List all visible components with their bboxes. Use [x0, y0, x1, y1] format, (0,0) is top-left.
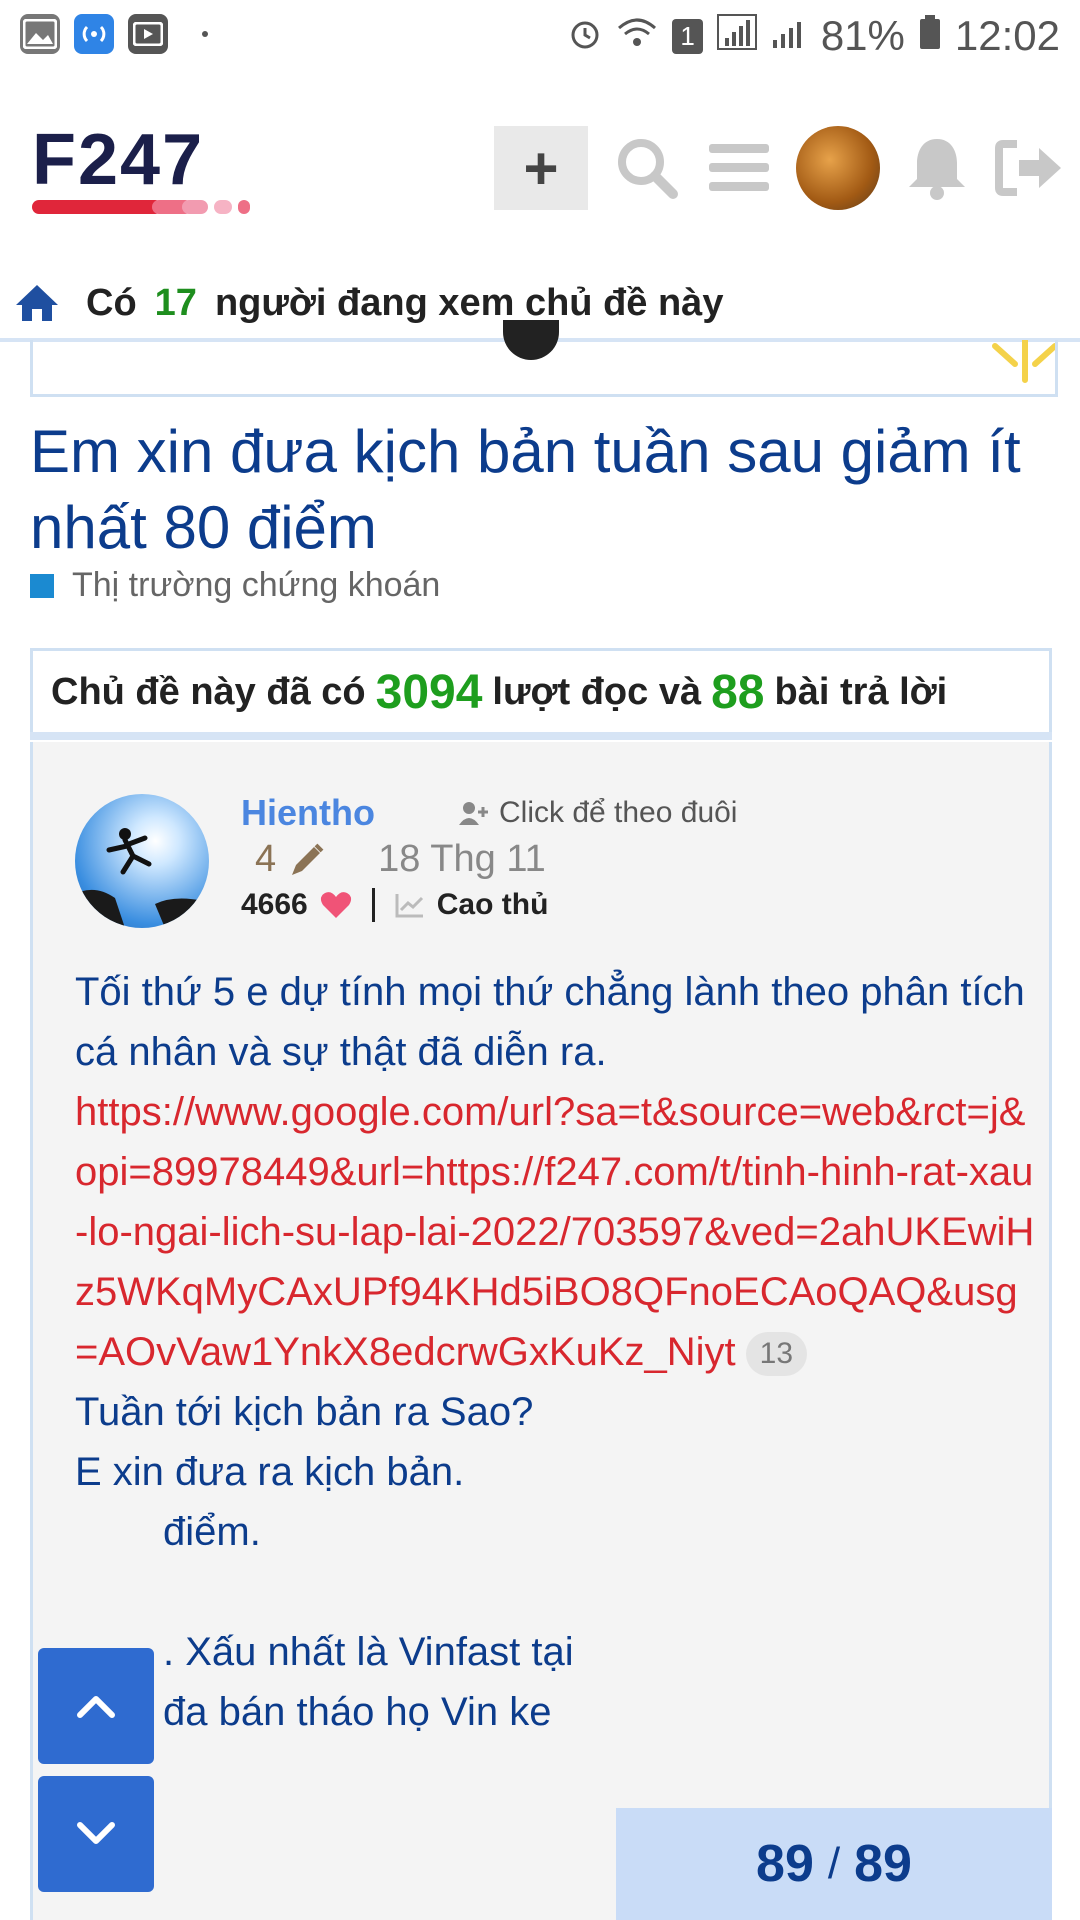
follow-label: Click để theo đuôi — [499, 796, 738, 829]
post-line-blank — [75, 1562, 1035, 1622]
topic-title: Em xin đưa kịch bản tuần sau giảm ít nhấ… — [30, 418, 1021, 561]
hotspot-icon — [74, 14, 114, 54]
viewers-suffix: người đang xem chủ đề này — [214, 281, 724, 324]
post-date[interactable]: 18 Thg 11 — [378, 838, 546, 881]
chevron-down-icon — [77, 1822, 115, 1844]
author-name[interactable]: Hientho — [241, 792, 375, 834]
post-line-5: . Xấu nhất là Vinfast tại — [163, 1630, 574, 1674]
dot-icon — [202, 31, 208, 37]
previous-post-edge — [30, 320, 1058, 397]
views-count: 3094 — [375, 665, 483, 719]
post-line-1: Tối thứ 5 e dự tính mọi thứ chẳng lành t… — [75, 970, 1025, 1074]
chevron-up-icon — [77, 1696, 115, 1718]
logout-icon — [995, 140, 1061, 196]
category-label: Thị trường chứng khoán — [72, 566, 441, 604]
stats-divider — [30, 732, 1052, 740]
home-icon[interactable] — [14, 283, 60, 323]
menu-icon — [709, 144, 769, 191]
post-line-4: điểm. — [163, 1510, 261, 1554]
media-icon — [128, 14, 168, 54]
post-meta: 4 18 Thg 11 — [255, 838, 546, 881]
alarm-icon — [568, 12, 602, 60]
topic-stats: Chủ đề này đã có 3094 lượt đọc và 88 bài… — [30, 648, 1052, 736]
current-post: 89 — [756, 1835, 814, 1893]
scroll-down-button[interactable] — [38, 1776, 154, 1892]
edit-count: 4 — [255, 838, 277, 880]
battery-icon — [919, 12, 941, 60]
menu-button[interactable] — [704, 126, 774, 210]
bell-icon — [909, 139, 965, 200]
logout-button[interactable] — [994, 126, 1064, 210]
post-link[interactable]: https://www.google.com/url?sa=t&source=w… — [75, 1090, 1034, 1374]
rank-label: Cao thủ — [436, 888, 549, 921]
post-card: Hientho Click để theo đuôi 4 18 Thg 11 4… — [30, 742, 1052, 1920]
notifications-button[interactable] — [902, 126, 972, 210]
sim-badge: 1 — [672, 18, 703, 54]
signal-2-icon — [771, 12, 807, 60]
clock: 12:02 — [954, 12, 1060, 59]
post-line-3: E xin đưa ra kịch bản. — [75, 1450, 465, 1494]
post-counter[interactable]: 89 / 89 — [616, 1808, 1052, 1920]
topic-category[interactable]: Thị trường chứng khoán — [30, 566, 440, 605]
status-bar: 1 81% 12:02 — [0, 0, 1080, 76]
stats-mid: lượt đọc và — [492, 670, 702, 713]
heart-icon — [320, 892, 351, 918]
new-topic-button[interactable]: + — [494, 126, 588, 210]
scroll-up-button[interactable] — [38, 1648, 154, 1764]
total-posts: 89 — [854, 1835, 912, 1893]
partial-avatar — [503, 320, 559, 360]
site-header: F247 + — [0, 100, 1080, 240]
follow-button[interactable]: Click để theo đuôi — [459, 796, 737, 830]
plus-icon: + — [523, 134, 559, 202]
author-reputation: 4666 Cao thủ — [241, 888, 548, 922]
add-user-icon — [459, 802, 488, 825]
replies-count: 88 — [711, 665, 765, 719]
counter-separator: / — [827, 1839, 841, 1888]
sparkle-icon — [985, 337, 1058, 390]
post-body: Tối thứ 5 e dự tính mọi thứ chẳng lành t… — [75, 962, 1035, 1742]
viewers-prefix: Có — [86, 281, 137, 324]
search-icon — [618, 139, 678, 199]
link-click-count: 13 — [745, 1332, 808, 1377]
likes-count: 4666 — [241, 888, 308, 921]
stats-prefix: Chủ đề này đã có — [51, 670, 366, 713]
category-color-square — [30, 573, 54, 598]
gallery-icon — [20, 14, 60, 54]
post-line-6: đa bán tháo họ Vin ke — [163, 1690, 552, 1734]
stats-suffix: bài trả lời — [774, 670, 948, 713]
user-avatar[interactable] — [796, 126, 880, 210]
chart-line-icon — [395, 894, 423, 918]
svg-text:F247: F247 — [32, 122, 204, 200]
divider — [371, 888, 375, 922]
signal-icon — [716, 12, 757, 60]
author-avatar[interactable] — [75, 794, 209, 928]
site-logo[interactable]: F247 — [32, 120, 332, 222]
viewers-count: 17 — [154, 281, 197, 324]
post-line-2: Tuần tới kịch bản ra Sao? — [75, 1390, 534, 1434]
search-button[interactable] — [612, 126, 682, 210]
wifi-icon — [616, 12, 658, 60]
pencil-icon[interactable] — [288, 841, 326, 879]
battery-percent: 81% — [820, 12, 905, 59]
